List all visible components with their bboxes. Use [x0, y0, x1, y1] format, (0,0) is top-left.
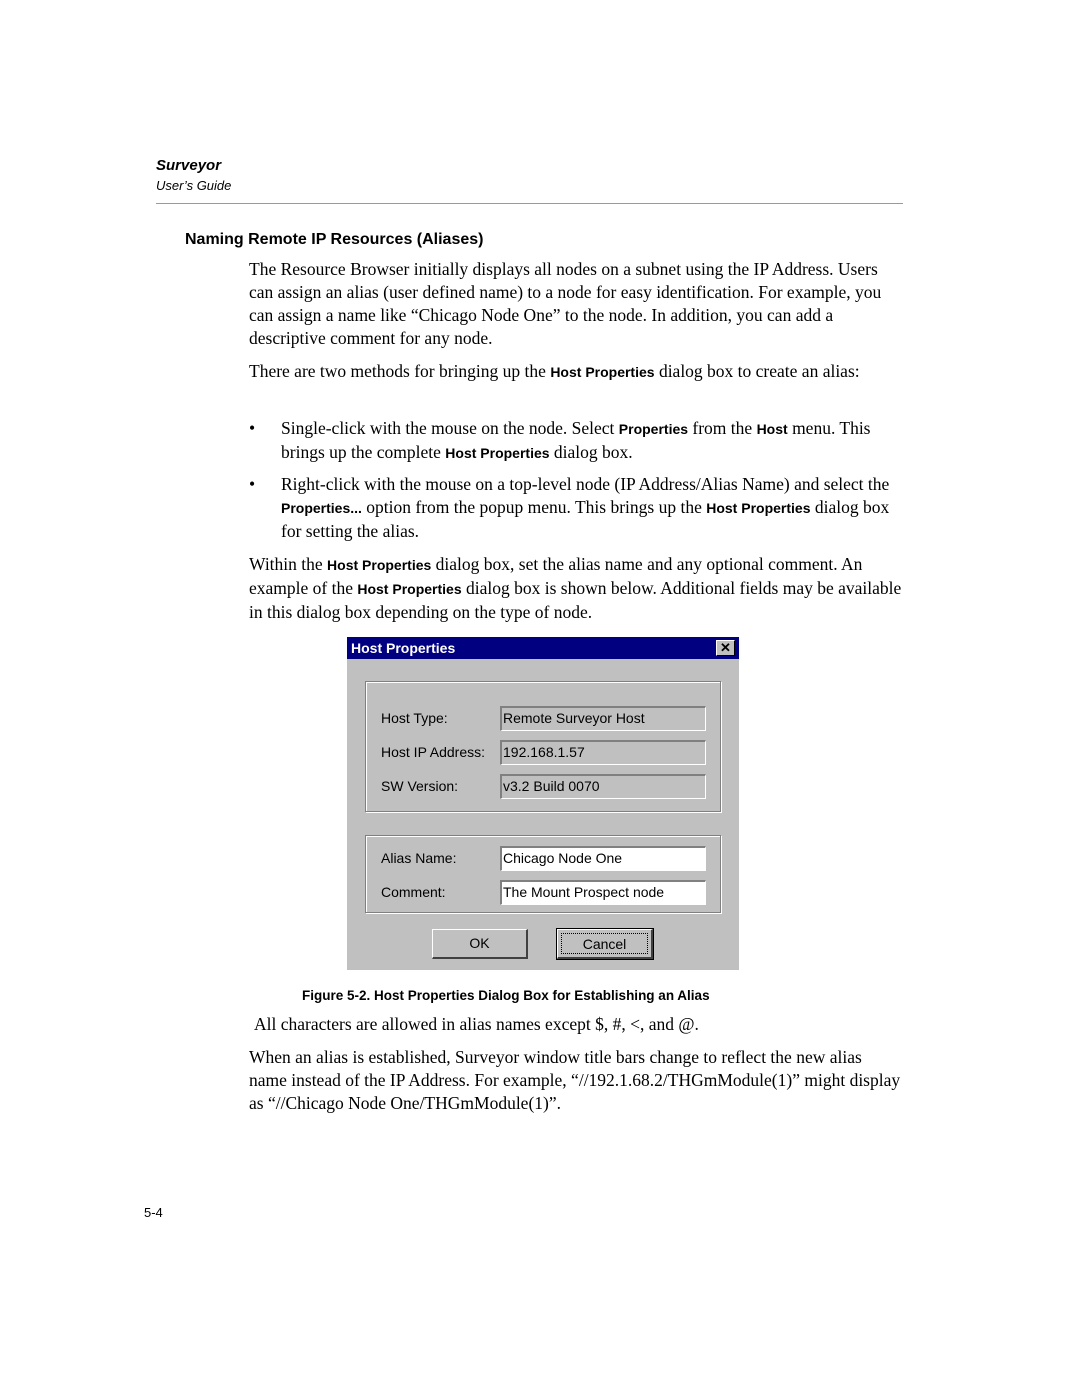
close-button[interactable]: ✕: [716, 640, 735, 656]
ui-term-host-properties: Host Properties: [706, 500, 811, 516]
ui-term-properties-ellipsis: Properties...: [281, 500, 362, 516]
text: There are two methods for bringing up th…: [249, 361, 551, 381]
bullet-text: Single-click with the mouse on the node.…: [281, 417, 904, 465]
host-ip-row: Host IP Address: 192.168.1.57: [366, 740, 720, 766]
running-head-subtitle: User’s Guide: [156, 178, 232, 193]
running-head-title: Surveyor: [156, 157, 222, 174]
host-type-label: Host Type:: [381, 710, 448, 726]
page-number: 5-4: [144, 1205, 163, 1220]
text: option from the popup menu. This brings …: [361, 497, 707, 517]
text: dialog box to create an alias:: [654, 361, 860, 381]
text: from the: [688, 418, 757, 438]
host-type-row: Host Type: Remote Surveyor Host: [366, 706, 720, 732]
alias-name-input[interactable]: Chicago Node One: [500, 846, 706, 871]
dialog-title-bar[interactable]: Host Properties ✕: [347, 637, 739, 659]
comment-input[interactable]: The Mount Prospect node: [500, 880, 706, 905]
host-info-group: Host Type: Remote Surveyor Host Host IP …: [365, 681, 721, 812]
cancel-button[interactable]: Cancel: [556, 928, 654, 960]
alias-name-label: Alias Name:: [381, 850, 457, 866]
sw-version-label: SW Version:: [381, 778, 459, 794]
section-heading: Naming Remote IP Resources (Aliases): [185, 231, 484, 248]
sw-version-field: v3.2 Build 0070: [500, 774, 706, 799]
ui-term-host: Host: [756, 421, 788, 437]
comment-label: Comment:: [381, 884, 446, 900]
bullet-icon: •: [249, 418, 256, 438]
ui-term-host-properties: Host Properties: [550, 364, 655, 380]
alias-name-row: Alias Name: Chicago Node One: [366, 846, 720, 872]
alias-group: Alias Name: Chicago Node One Comment: Th…: [365, 835, 721, 913]
host-type-field: Remote Surveyor Host: [500, 706, 706, 731]
host-ip-label: Host IP Address:: [381, 744, 486, 760]
text: Right-click with the mouse on a top-leve…: [281, 474, 890, 494]
bullet-icon: •: [249, 474, 256, 494]
figure-caption: Figure 5-2. Host Properties Dialog Box f…: [302, 988, 710, 1003]
cancel-button-label: Cancel: [561, 933, 648, 954]
ui-term-properties: Properties: [618, 421, 689, 437]
text: Within the: [249, 554, 328, 574]
host-properties-dialog: Host Properties ✕ Host Type: Remote Surv…: [347, 637, 739, 970]
paragraph-allowed-characters: All characters are allowed in alias name…: [254, 1014, 699, 1034]
host-ip-field: 192.168.1.57: [500, 740, 706, 765]
ui-term-host-properties: Host Properties: [357, 581, 462, 597]
paragraph-within-dialog: Within the Host Properties dialog box, s…: [249, 553, 904, 624]
paragraph-intro: The Resource Browser initially displays …: [249, 259, 882, 348]
dialog-title: Host Properties: [351, 640, 456, 656]
ui-term-host-properties: Host Properties: [327, 557, 432, 573]
ok-button[interactable]: OK: [432, 929, 528, 959]
close-icon: ✕: [720, 640, 731, 655]
text: Single-click with the mouse on the node.…: [281, 418, 619, 438]
paragraph-title-bars: When an alias is established, Surveyor w…: [249, 1047, 901, 1113]
text: dialog box.: [549, 442, 633, 462]
paragraph-methods: There are two methods for bringing up th…: [249, 360, 904, 384]
bullet-text: Right-click with the mouse on a top-leve…: [281, 473, 904, 543]
ui-term-host-properties: Host Properties: [445, 445, 550, 461]
running-head: Surveyor User’s Guide: [156, 157, 231, 195]
header-divider: [156, 203, 903, 204]
sw-version-row: SW Version: v3.2 Build 0070: [366, 774, 720, 800]
comment-row: Comment: The Mount Prospect node: [366, 880, 720, 906]
